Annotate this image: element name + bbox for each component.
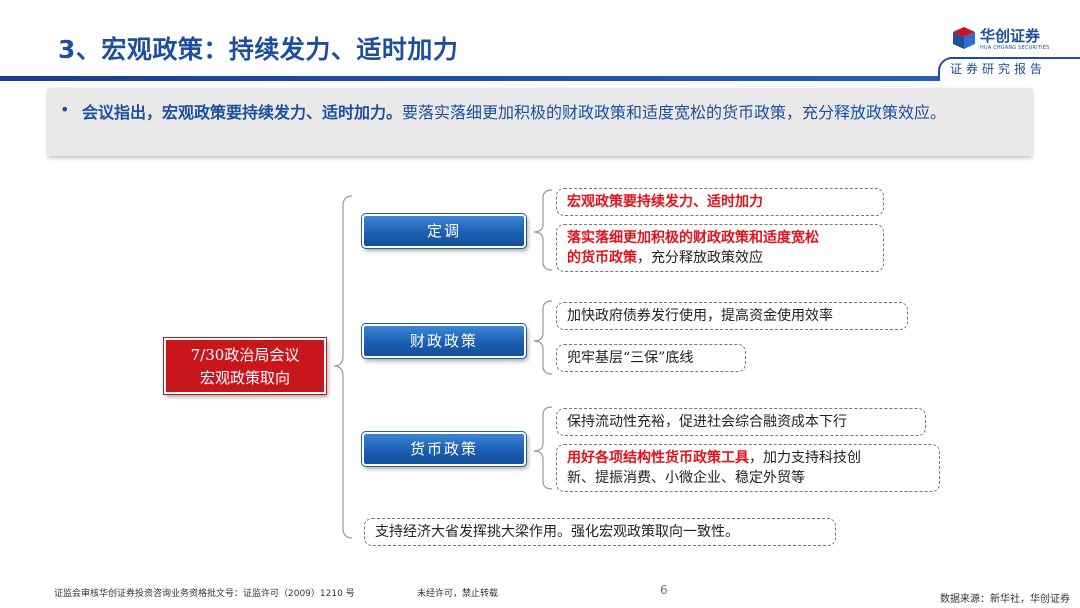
fiscal-item-2: 兜牢基层“三保”底线: [556, 344, 746, 372]
company-logo: 华创证券 HUA CHUANG SECURITIES: [952, 24, 1052, 56]
summary-box: • 会议指出，宏观政策要持续发力、适时加力。要落实落细更加积极的财政政策和适度宽…: [48, 88, 1032, 156]
center-node-line1: 7/30政治局会议: [190, 346, 300, 364]
center-node-line2: 宏观政策取向: [199, 369, 290, 387]
monetary-item-2-normal-line1: ，加力支持科技创: [749, 450, 861, 466]
footer-license: 证监会审核华创证券投资咨询业务资格批文号：证监许可（2009）1210 号: [54, 589, 355, 599]
branch-fiscal: 财政政策: [361, 323, 527, 359]
cube-logo-icon: [953, 27, 975, 49]
bullet-icon: •: [60, 100, 70, 119]
summary-text: 会议指出，宏观政策要持续发力、适时加力。要落实落细更加积极的财政政策和适度宽松的…: [82, 99, 1027, 126]
summary-bold: 会议指出，宏观政策要持续发力、适时加力。: [82, 103, 403, 122]
footer-copyright: 未经许可，禁止转载: [417, 589, 499, 599]
tone-item-2-red-line2: 的货币政策: [567, 250, 637, 266]
summary-rest: 要落实落细更加积极的财政政策和适度宽松的货币政策，充分释放政策效应。: [402, 103, 947, 122]
fiscal-item-1: 加快政府债券发行使用，提高资金使用效率: [556, 302, 908, 330]
footer-source: 数据来源：新华社，华创证券: [940, 594, 1070, 605]
page-title: 3、宏观政策：持续发力、适时加力: [58, 35, 459, 64]
page-number: 6: [660, 583, 668, 597]
tone-item-2-normal: ，充分释放政策效应: [637, 250, 763, 266]
tone-item-1: 宏观政策要持续发力、适时加力: [556, 188, 884, 216]
fiscal-item-1-text: 加快政府债券发行使用，提高资金使用效率: [567, 308, 833, 324]
monetary-item-1: 保持流动性充裕，促进社会综合融资成本下行: [556, 408, 926, 436]
bottom-item-text: 支持经济大省发挥挑大梁作用。强化宏观政策取向一致性。: [375, 524, 739, 540]
branch-monetary: 货币政策: [361, 431, 527, 467]
header-divider: [0, 76, 1080, 81]
bottom-item: 支持经济大省发挥挑大梁作用。强化宏观政策取向一致性。: [364, 518, 836, 546]
tone-item-2: 落实落细更加积极的财政政策和适度宽松 的货币政策，充分释放政策效应: [556, 224, 884, 272]
monetary-item-2-normal-line2: 新、提振消费、小微企业、稳定外贸等: [567, 470, 805, 486]
monetary-item-2-red: 用好各项结构性货币政策工具: [567, 450, 749, 466]
tone-item-2-red-line1: 落实落细更加积极的财政政策和适度宽松: [567, 230, 819, 246]
logo-name: 华创证券: [980, 27, 1041, 45]
monetary-item-1-text: 保持流动性充裕，促进社会综合融资成本下行: [567, 414, 847, 430]
logo-english-name: HUA CHUANG SECURITIES: [980, 45, 1050, 51]
branch-tone: 定调: [361, 213, 527, 249]
center-node: 7/30政治局会议 宏观政策取向: [163, 337, 327, 395]
fiscal-item-2-text: 兜牢基层“三保”底线: [567, 350, 694, 366]
tone-item-1-text: 宏观政策要持续发力、适时加力: [567, 194, 763, 210]
monetary-item-2: 用好各项结构性货币政策工具，加力支持科技创 新、提振消费、小微企业、稳定外贸等: [556, 444, 940, 492]
report-type-label: 证券研究报告: [950, 62, 1047, 76]
